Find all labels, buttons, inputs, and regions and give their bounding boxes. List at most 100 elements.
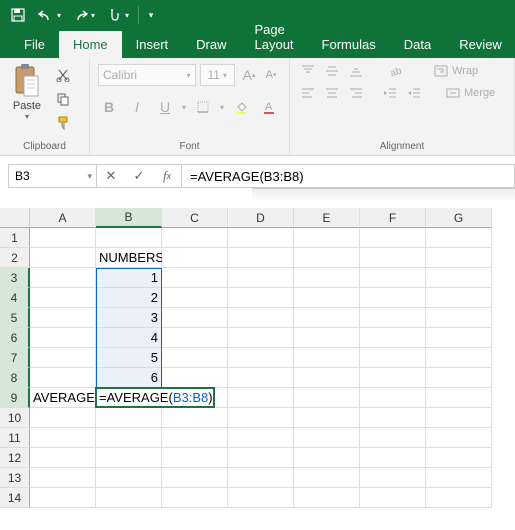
cell-g5[interactable]	[426, 308, 492, 328]
row-header[interactable]: 5	[0, 308, 30, 328]
cell-f10[interactable]	[360, 408, 426, 428]
cell-e7[interactable]	[294, 348, 360, 368]
row-header[interactable]: 4	[0, 288, 30, 308]
tab-draw[interactable]: Draw	[182, 31, 240, 58]
cell-b6[interactable]: 4	[96, 328, 162, 348]
cell-a14[interactable]	[30, 488, 96, 508]
cell-d13[interactable]	[228, 468, 294, 488]
underline-button[interactable]: U	[154, 96, 176, 118]
cell-b10[interactable]	[96, 408, 162, 428]
format-painter-button[interactable]	[52, 112, 74, 134]
decrease-indent-button[interactable]	[380, 84, 400, 102]
cell-a5[interactable]	[30, 308, 96, 328]
editing-cell[interactable]: =AVERAGE(B3:B8)	[95, 387, 215, 408]
redo-button[interactable]	[67, 2, 93, 28]
row-header[interactable]: 10	[0, 408, 30, 428]
cut-button[interactable]	[52, 64, 74, 86]
cell-e13[interactable]	[294, 468, 360, 488]
cell-b4[interactable]: 2	[96, 288, 162, 308]
row-header[interactable]: 7	[0, 348, 30, 368]
cell-f6[interactable]	[360, 328, 426, 348]
cell-b2[interactable]: NUMBERS	[96, 248, 162, 268]
col-header-b[interactable]: B	[96, 208, 162, 228]
cell-g8[interactable]	[426, 368, 492, 388]
col-header-a[interactable]: A	[30, 208, 96, 228]
cell-f9[interactable]	[360, 388, 426, 408]
cell-a1[interactable]	[30, 228, 96, 248]
cell-a8[interactable]	[30, 368, 96, 388]
tab-file[interactable]: File	[10, 31, 59, 58]
cell-c6[interactable]	[162, 328, 228, 348]
tab-data[interactable]: Data	[390, 31, 445, 58]
spreadsheet-grid[interactable]: A B C D E F G 12NUMBERS3142536475869AVER…	[0, 208, 515, 508]
cell-g13[interactable]	[426, 468, 492, 488]
cell-f14[interactable]	[360, 488, 426, 508]
tab-review[interactable]: Review	[445, 31, 515, 58]
cell-g4[interactable]	[426, 288, 492, 308]
align-bottom-button[interactable]	[346, 62, 366, 80]
cell-b11[interactable]	[96, 428, 162, 448]
cell-b5[interactable]: 3	[96, 308, 162, 328]
cell-c13[interactable]	[162, 468, 228, 488]
cell-e2[interactable]	[294, 248, 360, 268]
cell-a10[interactable]	[30, 408, 96, 428]
col-header-f[interactable]: F	[360, 208, 426, 228]
cell-f2[interactable]	[360, 248, 426, 268]
cell-b7[interactable]: 5	[96, 348, 162, 368]
touch-mode-button[interactable]	[101, 2, 127, 28]
cell-f7[interactable]	[360, 348, 426, 368]
cell-e1[interactable]	[294, 228, 360, 248]
col-header-g[interactable]: G	[426, 208, 492, 228]
cell-b13[interactable]	[96, 468, 162, 488]
cell-a3[interactable]	[30, 268, 96, 288]
bold-button[interactable]: B	[98, 96, 120, 118]
cell-f1[interactable]	[360, 228, 426, 248]
cell-f8[interactable]	[360, 368, 426, 388]
shrink-font-button[interactable]: A▾	[261, 64, 281, 86]
row-header[interactable]: 13	[0, 468, 30, 488]
col-header-c[interactable]: C	[162, 208, 228, 228]
undo-dropdown-icon[interactable]: ▾	[57, 11, 65, 20]
cell-d9[interactable]	[228, 388, 294, 408]
redo-dropdown-icon[interactable]: ▾	[91, 11, 99, 20]
cell-g6[interactable]	[426, 328, 492, 348]
customize-qat-button[interactable]: ▾	[144, 2, 158, 28]
col-header-d[interactable]: D	[228, 208, 294, 228]
cell-c12[interactable]	[162, 448, 228, 468]
orientation-button[interactable]: ab	[386, 62, 406, 80]
cell-d6[interactable]	[228, 328, 294, 348]
merge-button[interactable]: Merge	[446, 87, 495, 99]
save-button[interactable]	[5, 2, 31, 28]
cell-c7[interactable]	[162, 348, 228, 368]
row-header[interactable]: 12	[0, 448, 30, 468]
cell-e14[interactable]	[294, 488, 360, 508]
row-header[interactable]: 11	[0, 428, 30, 448]
cell-a7[interactable]	[30, 348, 96, 368]
cell-d4[interactable]	[228, 288, 294, 308]
fill-color-button[interactable]	[230, 96, 252, 118]
tab-page-layout[interactable]: Page Layout	[241, 16, 308, 58]
insert-function-button[interactable]: fx	[153, 165, 181, 187]
cell-g3[interactable]	[426, 268, 492, 288]
cell-c11[interactable]	[162, 428, 228, 448]
cell-f3[interactable]	[360, 268, 426, 288]
cell-g7[interactable]	[426, 348, 492, 368]
cell-b3[interactable]: 1	[96, 268, 162, 288]
row-header[interactable]: 2	[0, 248, 30, 268]
tab-formulas[interactable]: Formulas	[308, 31, 390, 58]
tab-home[interactable]: Home	[59, 31, 122, 58]
cell-g2[interactable]	[426, 248, 492, 268]
cell-e9[interactable]	[294, 388, 360, 408]
cell-a4[interactable]	[30, 288, 96, 308]
font-name-selector[interactable]: Calibri▾	[98, 64, 196, 86]
cell-d14[interactable]	[228, 488, 294, 508]
cell-g1[interactable]	[426, 228, 492, 248]
cell-g12[interactable]	[426, 448, 492, 468]
grow-font-button[interactable]: A▴	[239, 64, 259, 86]
increase-indent-button[interactable]	[404, 84, 424, 102]
cell-e11[interactable]	[294, 428, 360, 448]
tab-insert[interactable]: Insert	[122, 31, 183, 58]
row-header[interactable]: 14	[0, 488, 30, 508]
cell-f5[interactable]	[360, 308, 426, 328]
row-header[interactable]: 6	[0, 328, 30, 348]
